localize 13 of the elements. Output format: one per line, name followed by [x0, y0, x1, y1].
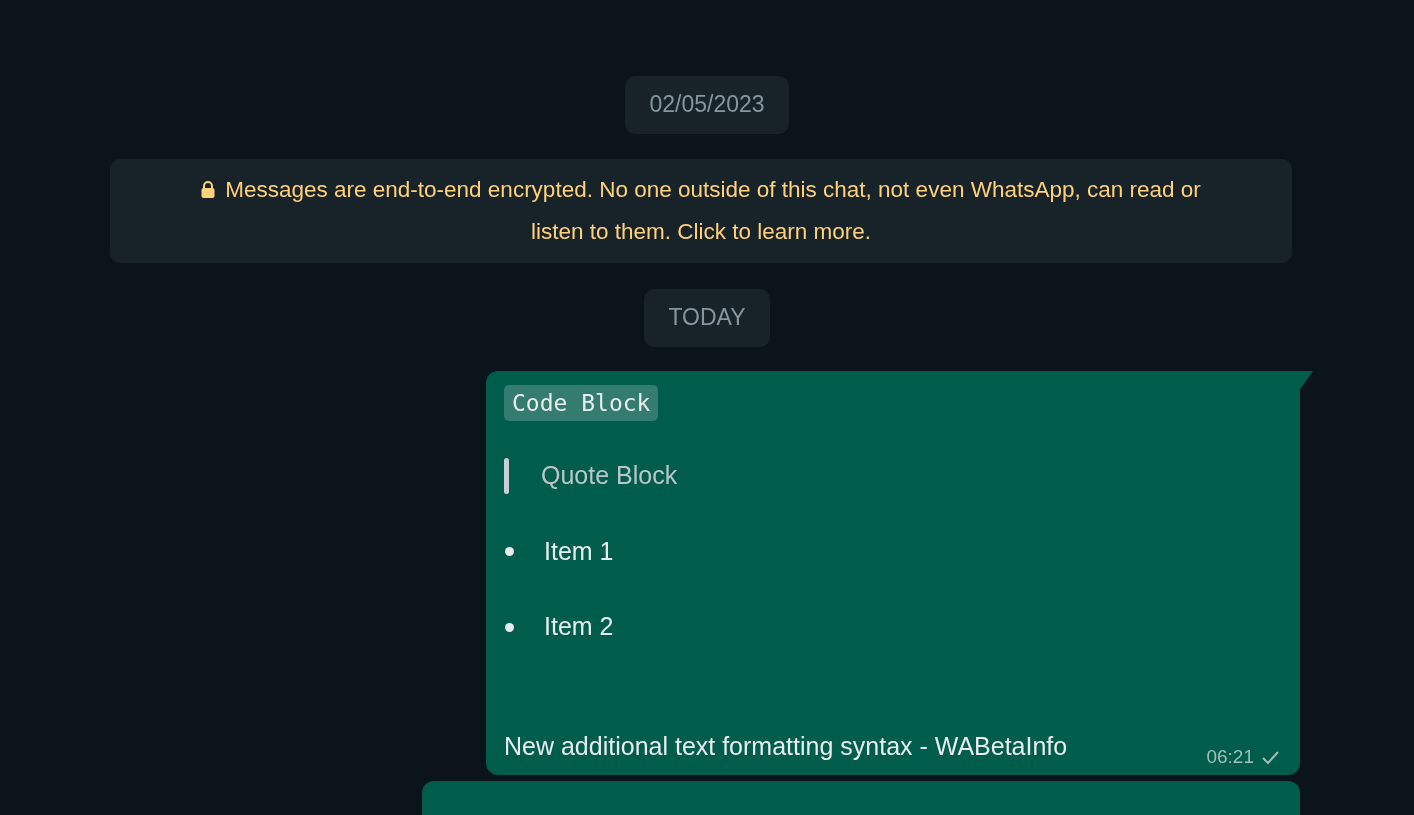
quote-text: Quote Block: [541, 460, 678, 492]
list-item: Item 2: [544, 611, 614, 643]
encryption-notice[interactable]: Messages are end-to-end encrypted. No one outside of this chat, not even WhatsApp, can read or listen to them. Click to learn more.: [110, 158, 1292, 263]
lock-icon: [201, 180, 216, 198]
today-chip: TODAY: [644, 288, 770, 347]
inline-code: Code Block: [504, 384, 659, 422]
list-item: Item 1: [544, 535, 614, 567]
message-text: New additional text formatting syntax - WABetaInfo: [504, 730, 1068, 762]
message-time: 06:21: [1206, 744, 1254, 769]
bullet-icon: [505, 622, 514, 632]
date-chip: 02/05/2023: [625, 76, 789, 134]
bullet-icon: [505, 547, 514, 557]
quote-bar: [504, 458, 509, 495]
